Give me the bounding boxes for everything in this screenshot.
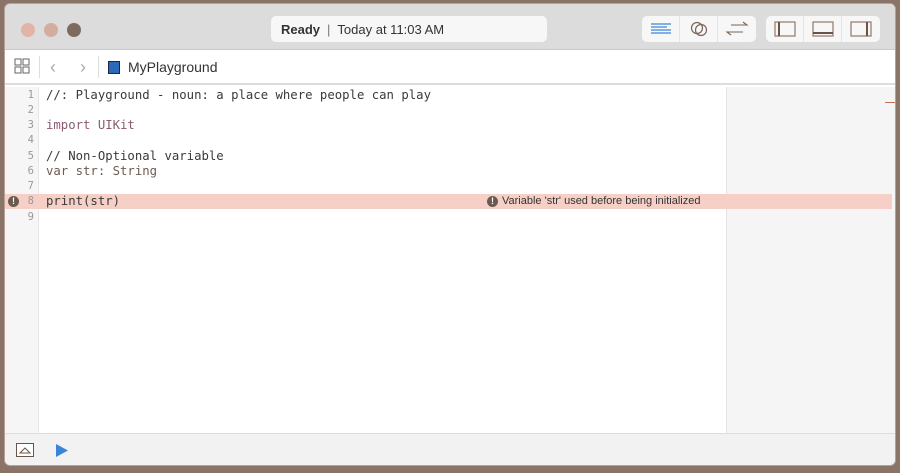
line-number: 7 (27, 180, 34, 192)
code-line: 4 (5, 133, 895, 148)
assistant-editor-icon (690, 21, 707, 37)
close-button[interactable] (21, 23, 35, 37)
standard-editor-icon (650, 23, 671, 34)
editor-mode-group (642, 16, 756, 42)
chevron-right-icon: › (80, 56, 86, 77)
code-line: 1 //: Playground - noun: a place where pe… (5, 88, 895, 103)
related-items-button[interactable] (14, 58, 30, 77)
zoom-button[interactable] (67, 23, 81, 37)
back-button[interactable]: ‹ (50, 57, 56, 78)
status-time: Today at 11:03 AM (337, 21, 445, 37)
line-number: 2 (27, 104, 34, 116)
var-declaration: var str: String (46, 164, 158, 178)
line-number: 9 (27, 211, 34, 223)
assistant-editor-button[interactable] (680, 16, 718, 42)
chevron-left-icon: ‹ (50, 56, 56, 77)
playground-file-icon (108, 60, 120, 74)
line-number: 1 (27, 89, 34, 101)
source-editor[interactable]: 1 //: Playground - noun: a place where pe… (5, 87, 895, 433)
left-panel-icon (773, 21, 796, 37)
code-line: 2 (5, 103, 895, 118)
error-text: Variable 'str' used before being initial… (502, 195, 701, 207)
error-icon: ! (487, 196, 498, 207)
code-line: 6 var str: String (5, 164, 895, 179)
code-line: 7 (5, 179, 895, 194)
comment: //: Playground - noun: a place where peo… (46, 88, 431, 102)
line-number: 5 (27, 150, 34, 162)
minimize-button[interactable] (44, 23, 58, 37)
line-number: 3 (27, 119, 34, 131)
jump-bar: ‹ › MyPlayground (5, 51, 895, 85)
triangle-up-icon (19, 447, 31, 454)
play-icon (56, 444, 68, 457)
version-editor-icon (725, 21, 749, 36)
code-line: 3 import UIKit (5, 118, 895, 133)
line-number: 4 (27, 134, 34, 146)
panel-toggle-group (766, 16, 880, 42)
standard-editor-button[interactable] (642, 16, 680, 42)
status-state: Ready (281, 21, 321, 37)
line-number: 6 (27, 165, 34, 177)
right-panel-icon (850, 21, 872, 37)
error-message[interactable]: ! Variable 'str' used before being initia… (487, 194, 700, 209)
error-line: ! 8 print(str) ! Variable 'str' used befo… (5, 194, 892, 209)
print-statement: print(str) (46, 194, 121, 208)
code-line: 9 (5, 210, 895, 225)
breadcrumb-file[interactable]: MyPlayground (128, 59, 218, 75)
divider (39, 56, 40, 78)
code-line: 5 // Non-Optional variable (5, 149, 895, 164)
show-debug-area-button[interactable] (16, 443, 34, 457)
grid-icon (14, 58, 30, 73)
import-statement: import UIKit (46, 118, 135, 132)
toggle-utilities-button[interactable] (842, 16, 880, 42)
toggle-navigator-button[interactable] (766, 16, 804, 42)
activity-status: Ready | Today at 11:03 AM (271, 16, 547, 42)
toggle-debug-area-button[interactable] (804, 16, 842, 42)
comment: // Non-Optional variable (46, 149, 224, 163)
title-bar: Ready | Today at 11:03 AM (5, 4, 895, 50)
divider (98, 56, 99, 78)
run-button[interactable] (55, 443, 69, 463)
forward-button[interactable]: › (80, 57, 86, 78)
line-number: 8 (27, 195, 34, 207)
bottom-panel-icon (811, 21, 834, 37)
playground-window: Ready | Today at 11:03 AM ‹ › MyPlaygrou… (4, 3, 896, 466)
status-separator: | (327, 21, 331, 37)
debug-bar (5, 433, 895, 465)
version-editor-button[interactable] (718, 16, 756, 42)
